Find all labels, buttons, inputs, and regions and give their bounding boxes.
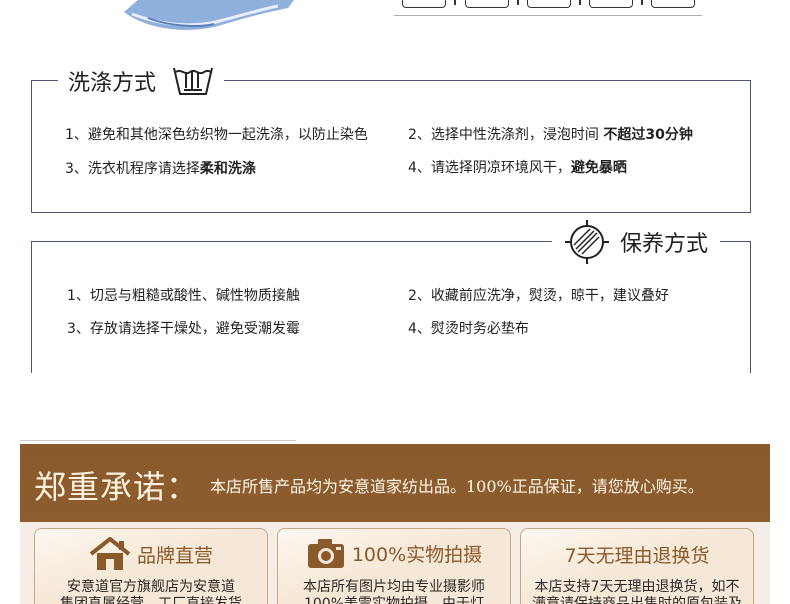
washing-item-4: 4、请选择阴凉环境风干，避免暴晒: [408, 160, 627, 176]
wash-basin-icon: [172, 64, 214, 98]
iron-dial-icon: [564, 220, 610, 264]
divider: [20, 440, 296, 441]
care-symbol-icon: [465, 0, 509, 8]
divider: [579, 0, 581, 5]
care-symbol-icon: [651, 0, 695, 8]
card-header: 7天无理由退换货: [521, 541, 753, 568]
promise-text: 本店所售产品均为安意道家纺出品。100%正品保证，请您放心购买。: [210, 477, 704, 496]
card-title: 7天无理由退换货: [564, 545, 710, 567]
promise-banner: 郑重承诺： 本店所售产品均为安意道家纺出品。100%正品保证，请您放心购买。 品…: [20, 444, 770, 604]
promise-header: 郑重承诺： 本店所售产品均为安意道家纺出品。100%正品保证，请您放心购买。: [20, 444, 770, 522]
care-symbol-icon: [527, 0, 571, 8]
divider: [517, 0, 519, 5]
card-line: 100%美雷实物拍摄，由于灯: [303, 596, 485, 604]
washing-title: 洗涤方式: [68, 71, 157, 96]
card-line: 满意请保持商品出售时的原包装及: [532, 596, 742, 604]
care-item-4: 4、熨烫时务必垫布: [408, 321, 529, 337]
card-line: 本店支持7天无理由退换货，如不: [534, 579, 740, 595]
care-title: 保养方式: [620, 232, 709, 257]
card-body: 本店所有图片均由专业摄影师 100%美雷实物拍摄，由于灯: [278, 579, 510, 604]
promise-title: 郑重承诺：: [34, 468, 200, 506]
washing-panel: 洗涤方式 1、避免和其他深色纺织物一起洗涤，以防止染色 2、选择中性洗涤剂，浸泡…: [31, 64, 751, 213]
promise-card-return: 7天无理由退换货 本店支持7天无理由退换货，如不 满意请保持商品出售时的原包装及: [520, 528, 754, 604]
card-body: 安意道官方旗舰店为安意道 集团直属经营，工厂直接发货: [35, 579, 267, 604]
washing-item-2: 2、选择中性洗涤剂，浸泡时间 不超过30分钟: [408, 127, 693, 143]
card-body: 本店支持7天无理由退换货，如不 满意请保持商品出售时的原包装及: [521, 579, 753, 604]
card-line: 本店所有图片均由专业摄影师: [303, 579, 485, 595]
divider: [454, 0, 456, 5]
product-image-fragment: [118, 0, 298, 34]
care-item-2: 2、收藏前应洗净，熨烫，晾干，建议叠好: [408, 288, 669, 304]
care-panel: 保养方式 1、切忌与粗糙或酸性、碱性物质接触 2、收藏前应洗净，熨烫，晾干，建议…: [31, 220, 751, 373]
card-line: 安意道官方旗舰店为安意道: [67, 579, 235, 595]
care-item-3: 3、存放请选择干燥处，避免受潮发霉: [67, 321, 300, 337]
house-icon: [89, 537, 131, 571]
camera-icon: [306, 537, 346, 569]
card-title: 100%实物拍摄: [351, 543, 483, 566]
washing-title-group: 洗涤方式: [58, 64, 225, 98]
washing-item-1: 1、避免和其他深色纺织物一起洗涤，以防止染色: [65, 127, 368, 143]
divider: [641, 0, 643, 5]
card-title: 品牌直营: [136, 544, 213, 567]
promise-card-photo: 100%实物拍摄 本店所有图片均由专业摄影师 100%美雷实物拍摄，由于灯: [277, 528, 511, 604]
care-symbol-icon: [402, 0, 446, 8]
care-symbol-strip: [394, 0, 702, 16]
care-item-1: 1、切忌与粗糙或酸性、碱性物质接触: [67, 288, 300, 304]
card-line: 集团直属经营，工厂直接发货: [60, 596, 242, 604]
care-symbol-icon: [589, 0, 633, 8]
promise-card-brand: 品牌直营 安意道官方旗舰店为安意道 集团直属经营，工厂直接发货: [34, 528, 268, 604]
card-header: 品牌直营: [35, 537, 267, 571]
card-header: 100%实物拍摄: [278, 537, 510, 569]
washing-item-3: 3、洗衣机程序请选择柔和洗涤: [65, 161, 256, 177]
care-title-group: 保养方式: [552, 220, 721, 264]
